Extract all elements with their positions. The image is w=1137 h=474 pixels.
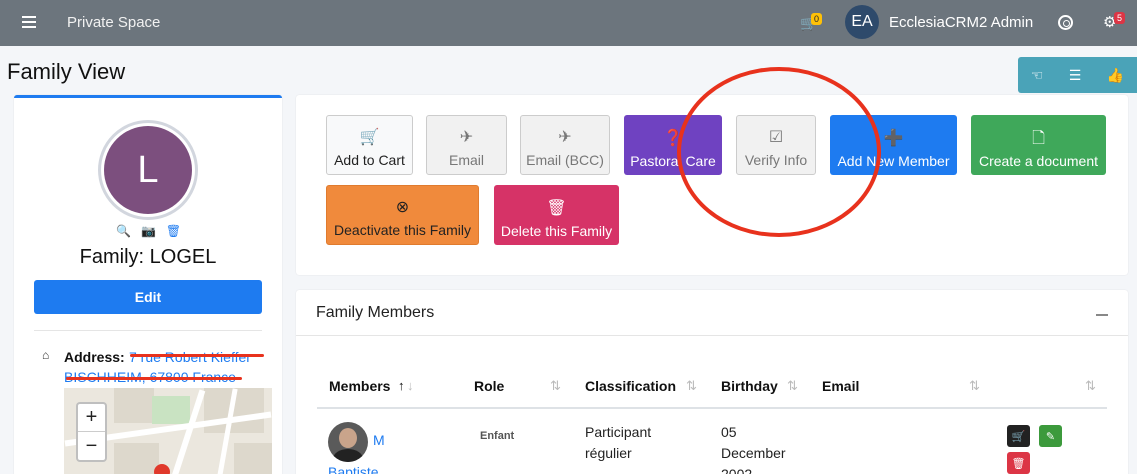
plus-square-icon: ➕ [883, 130, 904, 147]
family-avatar-letter: L [104, 126, 192, 214]
family-name: Family: LOGEL [79, 246, 217, 268]
settings-button[interactable]: ⚙ 5 [1103, 12, 1126, 31]
notifications-badge: 5 [1114, 12, 1126, 24]
map-block [114, 443, 159, 474]
trash-icon: 🗑 [1011, 457, 1026, 470]
create-document-button[interactable]: 🗋 Create a document [971, 115, 1106, 175]
map-marker-icon[interactable] [154, 464, 170, 474]
camera-icon[interactable]: 📷 [141, 224, 156, 238]
zoom-photo-icon[interactable]: 🔍 [116, 224, 131, 238]
redaction-mark [130, 354, 264, 357]
member-birthday-month: December [721, 445, 786, 461]
deactivate-family-button[interactable]: ⊗ Deactivate this Family [326, 185, 479, 245]
home-icon: ⌂ [42, 348, 50, 362]
page-tools: ☜ ☰ 👍 [1018, 57, 1137, 93]
paper-plane-icon: ✈ [459, 129, 474, 146]
user-menu[interactable]: EcclesiaCRM2 Admin [889, 14, 1033, 31]
member-avatar [328, 422, 368, 462]
create-document-label: Create a document [978, 153, 1099, 169]
members-title: Family Members [316, 304, 435, 321]
member-name[interactable]: M [373, 430, 385, 451]
family-members-card: Family Members [296, 290, 1128, 474]
sort-icon[interactable]: ⇅ [969, 378, 980, 394]
family-avatar: L [98, 120, 198, 220]
sort-icon[interactable]: ⇅ [550, 378, 561, 394]
add-to-cart-button[interactable]: 🛒 Add to Cart [326, 115, 413, 175]
zoom-out-button[interactable]: − [78, 432, 105, 460]
menu-icon[interactable] [22, 16, 36, 28]
member-birthday-year: 2002 [721, 466, 753, 474]
edit-button[interactable]: Edit [34, 280, 262, 314]
user-avatar[interactable]: EA [845, 5, 879, 39]
member-classification: Participant [585, 424, 652, 440]
add-to-cart-row-button[interactable]: 🛒 [1007, 425, 1030, 447]
email-button[interactable]: ✈ Email [426, 115, 507, 175]
delete-family-label: Delete this Family [500, 223, 613, 239]
sort-icon[interactable]: ⇅ [787, 378, 798, 394]
times-circle-icon: ⊗ [395, 199, 410, 216]
top-navbar: Private Space 🛒 0 EA EcclesiaCRM2 Admin … [0, 0, 1137, 46]
paper-plane-icon: ✈ [558, 129, 572, 146]
email-bcc-button[interactable]: ✈ Email (BCC) [520, 115, 610, 175]
cart-count-badge: 0 [811, 13, 823, 25]
member-name-line-2[interactable]: Baptiste [328, 462, 379, 474]
annotation-circle [677, 67, 881, 237]
address-map[interactable]: + − [64, 388, 272, 474]
edit-member-button[interactable]: ✎ [1039, 425, 1062, 447]
file-icon: 🗋 [1032, 130, 1045, 147]
map-block [234, 443, 272, 474]
sort-icon[interactable]: ⇅ [686, 378, 697, 394]
sort-asc-icon[interactable]: ↑ [398, 378, 405, 393]
map-block [114, 388, 154, 423]
column-header-role[interactable]: Role [474, 378, 504, 394]
pencil-icon: ✎ [1045, 430, 1056, 443]
email-label: Email [448, 152, 484, 168]
column-header-email[interactable]: Email [822, 378, 859, 394]
email-bcc-label: Email (BCC) [526, 152, 604, 168]
family-profile-card: L 🔍 📷 🗑 Family: LOGEL Edit ⌂ Address: 7 … [14, 95, 282, 474]
delete-member-button[interactable]: 🗑 [1007, 452, 1030, 474]
brand-link[interactable]: Private Space [67, 14, 160, 31]
trash-icon[interactable]: 🗑 [166, 224, 181, 238]
thumbs-up-icon[interactable]: 👍 [1107, 67, 1124, 84]
cart-button[interactable]: 🛒 0 [800, 13, 823, 32]
zoom-in-button[interactable]: + [78, 404, 105, 432]
collapse-icon[interactable] [1096, 314, 1108, 316]
column-header-members[interactable]: Members [329, 378, 390, 394]
redaction-mark [66, 377, 242, 380]
table-header-divider [317, 407, 1107, 409]
help-icon[interactable] [1058, 15, 1073, 30]
sort-icon[interactable]: ↓ [407, 378, 414, 393]
column-header-classification[interactable]: Classification [585, 378, 676, 394]
delete-family-button[interactable]: 🗑 Delete this Family [494, 185, 619, 245]
cart-icon: 🛒 [1011, 430, 1026, 443]
members-card-header: Family Members [296, 290, 1128, 336]
map-park [152, 396, 190, 424]
member-birthday-day: 05 [721, 424, 737, 440]
divider [34, 330, 262, 331]
member-role-badge: Enfant [480, 430, 515, 442]
page-title: Family View [7, 59, 126, 84]
photo-tools: 🔍 📷 🗑 [116, 224, 181, 238]
hand-point-icon[interactable]: ☜ [1031, 67, 1044, 84]
add-to-cart-label: Add to Cart [334, 152, 405, 168]
trash-icon: 🗑 [546, 200, 567, 217]
address-label: Address: [64, 349, 125, 365]
column-header-birthday[interactable]: Birthday [721, 378, 778, 394]
address-line-1[interactable]: 7 rue Robert Kieffer [129, 349, 251, 365]
map-zoom-control: + − [76, 402, 107, 462]
sort-icon[interactable]: ⇅ [1085, 378, 1096, 394]
member-classification-line-2: régulier [585, 445, 632, 461]
list-icon[interactable]: ☰ [1069, 67, 1082, 84]
deactivate-family-label: Deactivate this Family [334, 222, 471, 238]
cart-plus-icon: 🛒 [359, 129, 380, 146]
